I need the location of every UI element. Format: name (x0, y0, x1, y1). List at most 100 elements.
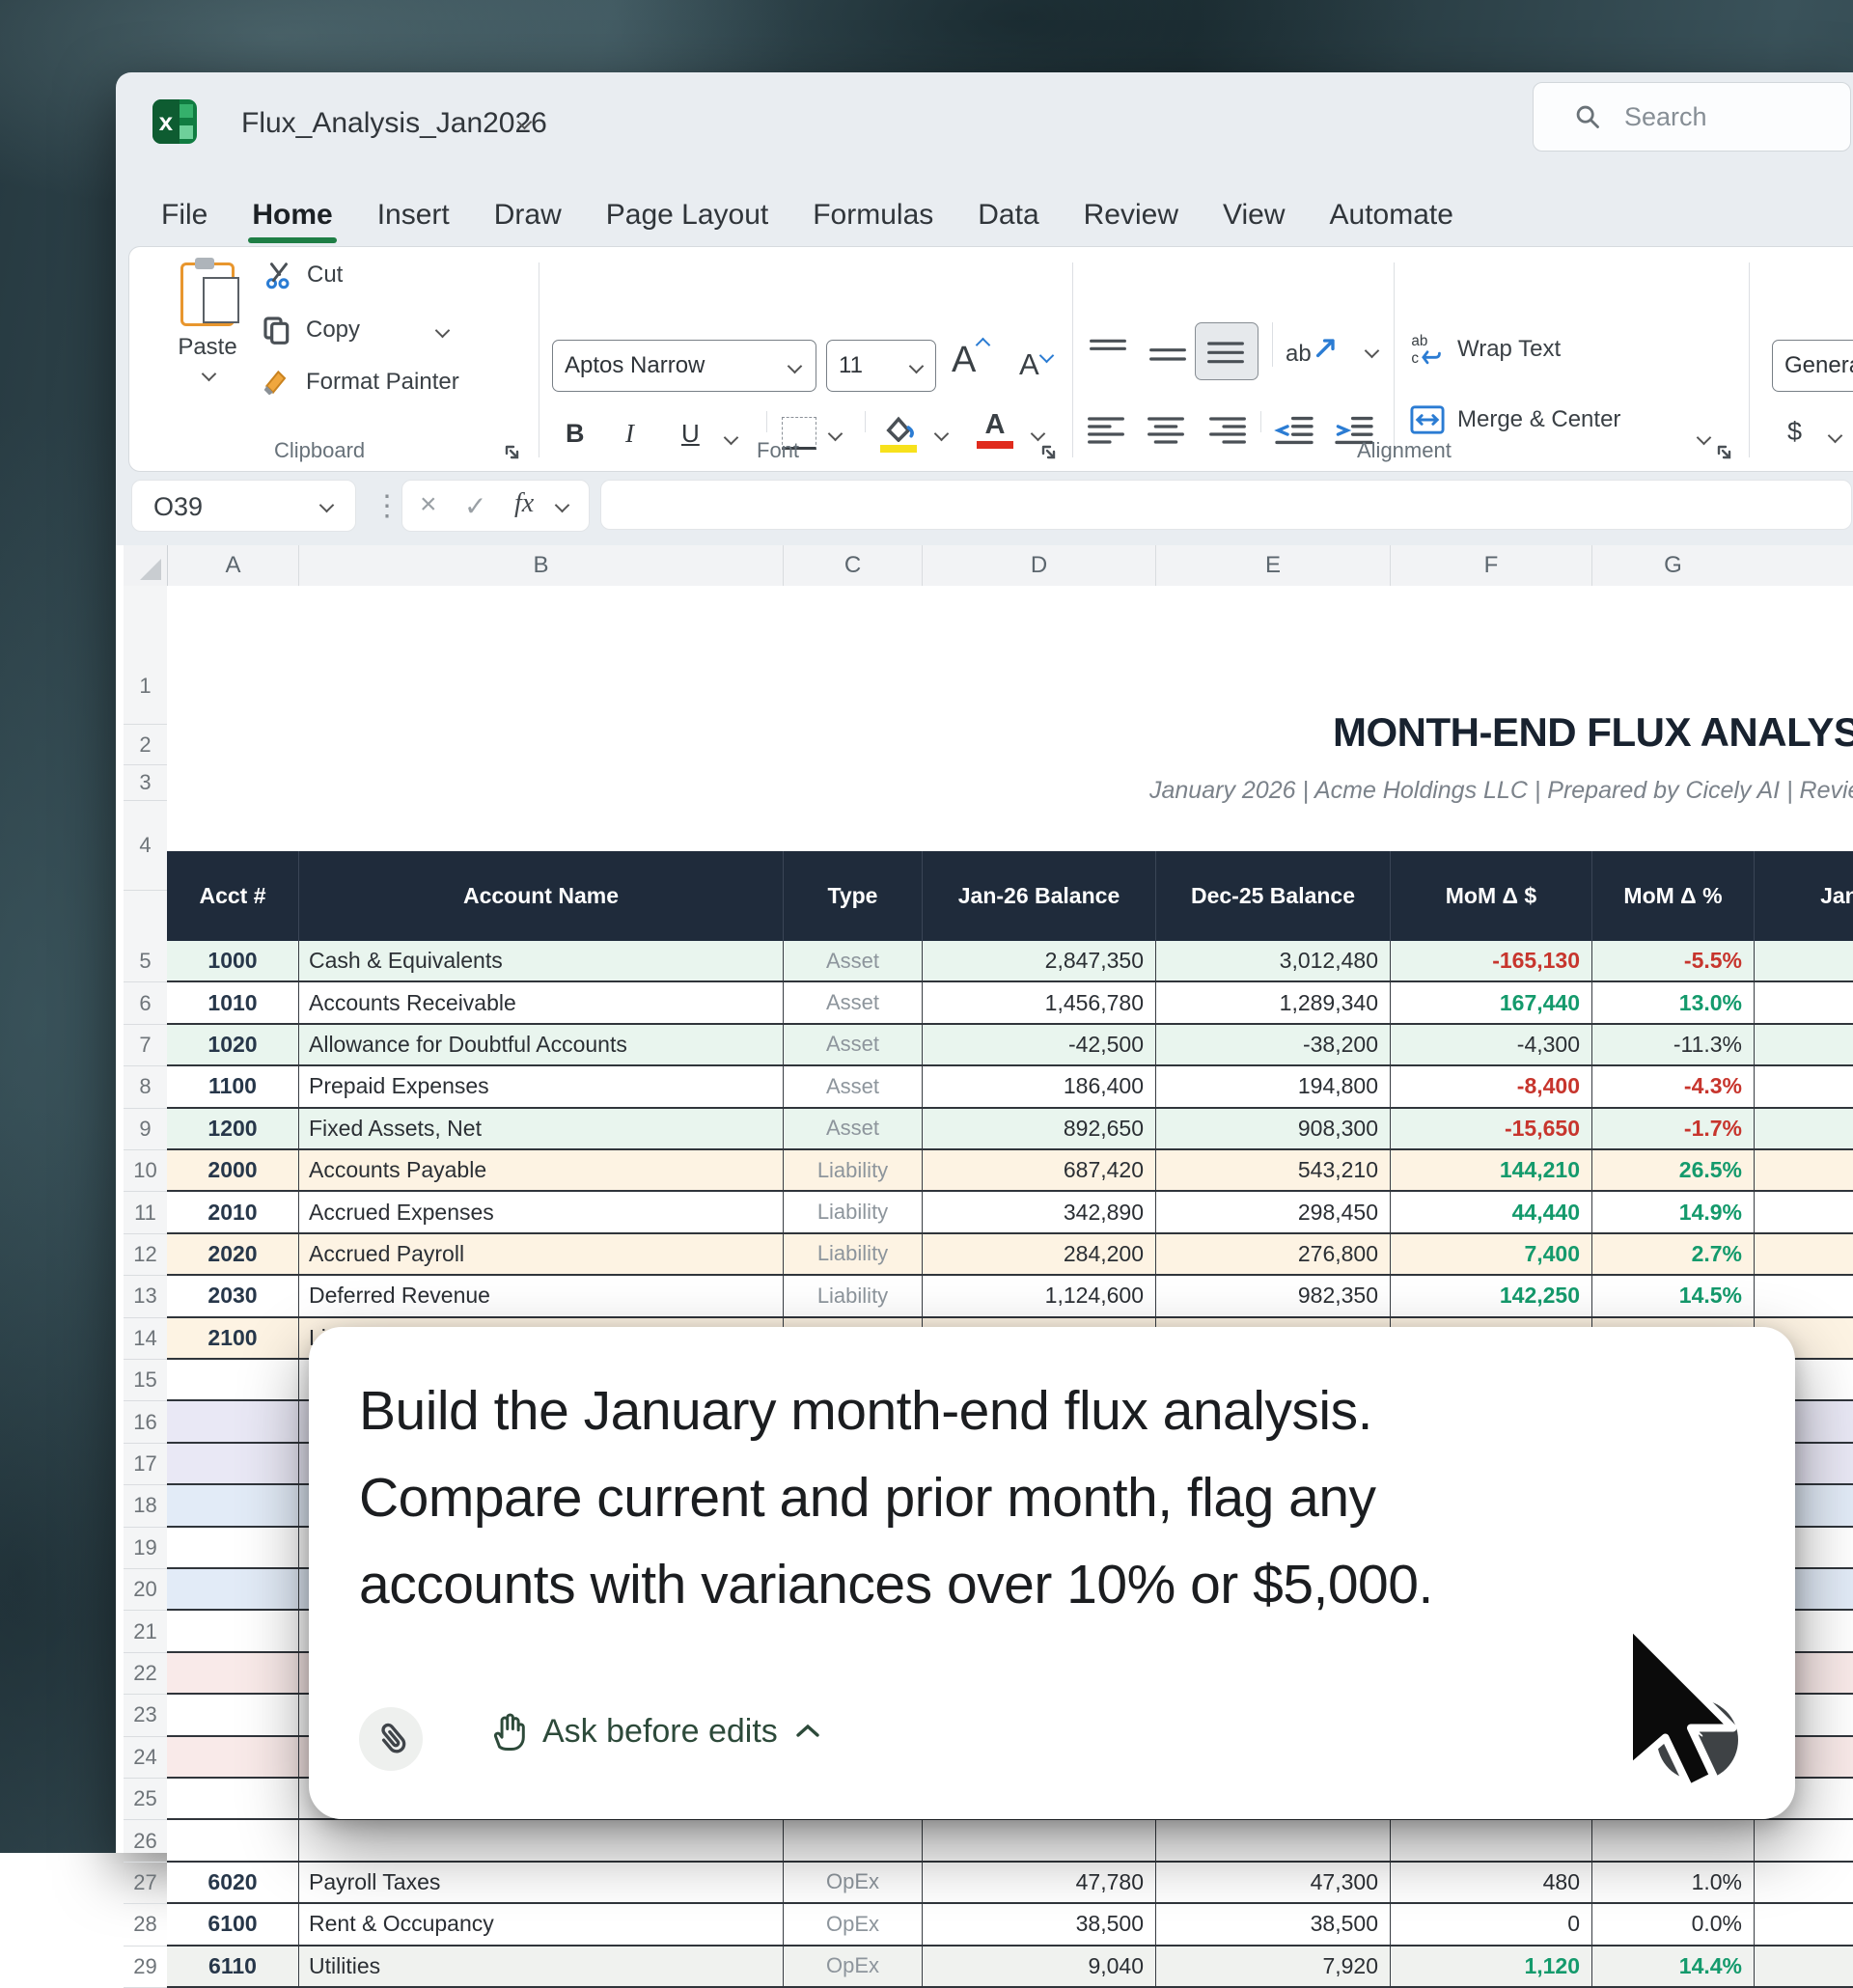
menu-tab-automate[interactable]: Automate (1328, 195, 1455, 235)
cell[interactable]: 6020 (167, 1863, 298, 1902)
row-header-9[interactable]: 9 (124, 1109, 167, 1150)
menu-tab-page-layout[interactable]: Page Layout (604, 195, 770, 235)
cell[interactable]: OpEx (783, 1863, 922, 1902)
column-header-A[interactable]: A (167, 545, 298, 586)
font-size-select[interactable]: 11 (826, 340, 936, 392)
cell[interactable]: 2,847,350 (922, 941, 1155, 980)
cell[interactable]: Liability (783, 1276, 922, 1315)
cell[interactable]: 3,012,480 (1155, 941, 1390, 980)
cell[interactable]: Asset (783, 1109, 922, 1148)
cell[interactable]: 142,250 (1390, 1276, 1591, 1315)
cell[interactable]: Utilities (298, 1947, 783, 1986)
cell[interactable] (1591, 1820, 1754, 1860)
row-header-3[interactable]: 3 (124, 765, 167, 801)
table-row-27[interactable]: 6020Payroll TaxesOpEx47,78047,3004801.0% (167, 1863, 1853, 1904)
fill-color-button[interactable] (880, 413, 917, 453)
cell[interactable]: -11.3% (1591, 1025, 1754, 1064)
menu-tab-draw[interactable]: Draw (492, 195, 564, 235)
name-box[interactable]: O39 (131, 480, 356, 532)
cell[interactable]: 2020 (167, 1234, 298, 1274)
menu-tab-view[interactable]: View (1221, 195, 1286, 235)
cell[interactable]: 1,124,600 (922, 1276, 1155, 1315)
cell[interactable] (167, 1528, 298, 1567)
cell[interactable]: Asset (783, 1025, 922, 1064)
cell[interactable]: 0 (1390, 1904, 1591, 1944)
table-header-cell[interactable]: MoM Δ % (1591, 851, 1754, 941)
cell[interactable]: Prepaid Expenses (298, 1066, 783, 1106)
cell[interactable] (167, 1401, 298, 1441)
menu-tab-file[interactable]: File (159, 195, 209, 235)
cell[interactable]: -1.7% (1591, 1109, 1754, 1148)
cell[interactable] (298, 1820, 783, 1860)
cell[interactable] (1754, 941, 1853, 980)
decrease-font-button[interactable]: A (1019, 347, 1050, 382)
align-top-icon[interactable] (1089, 336, 1127, 367)
cell[interactable] (1754, 1820, 1853, 1860)
search-input[interactable] (1622, 101, 1819, 133)
row-header-13[interactable]: 13 (124, 1276, 167, 1317)
cell[interactable]: Liability (783, 1192, 922, 1231)
menu-tab-review[interactable]: Review (1082, 195, 1180, 235)
row-header-4[interactable]: 4 (124, 801, 167, 891)
row-header-19[interactable]: 19 (124, 1528, 167, 1569)
row-header-2[interactable]: 2 (124, 725, 167, 765)
row-header-20[interactable]: 20 (124, 1569, 167, 1611)
cell[interactable] (1155, 1820, 1390, 1860)
cell[interactable]: 44,440 (1390, 1192, 1591, 1231)
cell[interactable] (1754, 1863, 1853, 1902)
cell[interactable]: 1200 (167, 1109, 298, 1148)
cell[interactable] (167, 1820, 298, 1860)
row-header-7[interactable]: 7 (124, 1025, 167, 1066)
table-row-29[interactable]: 6110UtilitiesOpEx9,0407,9201,12014.4% (167, 1947, 1853, 1988)
cell[interactable]: Asset (783, 982, 922, 1022)
currency-format-button[interactable]: $ (1787, 417, 1802, 447)
bold-button[interactable]: B (566, 419, 585, 449)
cell[interactable]: 1020 (167, 1025, 298, 1064)
alignment-dialog-launcher-icon[interactable] (1716, 444, 1733, 461)
table-header-cell[interactable]: MoM Δ $ (1390, 851, 1591, 941)
cell[interactable]: 2010 (167, 1192, 298, 1231)
orientation-button[interactable]: ab (1286, 334, 1341, 368)
row-header-22[interactable]: 22 (124, 1653, 167, 1695)
row-header-28[interactable]: 28 (124, 1904, 167, 1946)
cell[interactable] (167, 1444, 298, 1483)
cell[interactable]: 908,300 (1155, 1109, 1390, 1148)
cell[interactable]: Accounts Receivable (298, 982, 783, 1022)
wrap-text-button[interactable]: ab c Wrap Text (1409, 332, 1561, 367)
cell[interactable]: Liability (783, 1234, 922, 1274)
table-row-10[interactable]: 2000Accounts PayableLiability687,420543,… (167, 1150, 1853, 1192)
insert-function-icon[interactable]: fx (514, 488, 534, 519)
attach-button[interactable] (359, 1707, 423, 1771)
decrease-indent-icon[interactable] (1274, 413, 1314, 448)
cut-button[interactable]: Cut (264, 261, 343, 290)
merge-center-button[interactable]: Merge & Center (1409, 403, 1620, 436)
cell[interactable] (1754, 1947, 1853, 1986)
cell[interactable] (167, 1611, 298, 1650)
cell[interactable] (167, 1360, 298, 1399)
ask-before-edits-toggle[interactable]: Ask before edits (488, 1711, 820, 1752)
search-box[interactable] (1533, 82, 1851, 152)
row-header-15[interactable]: 15 (124, 1360, 167, 1401)
menu-tab-formulas[interactable]: Formulas (811, 195, 935, 235)
cell[interactable]: 276,800 (1155, 1234, 1390, 1274)
cell[interactable] (1754, 1109, 1853, 1148)
row-header-29[interactable]: 29 (124, 1947, 167, 1988)
cell[interactable]: 1100 (167, 1066, 298, 1106)
table-row-7[interactable]: 1020Allowance for Doubtful AccountsAsset… (167, 1025, 1853, 1066)
cell[interactable]: 2100 (167, 1318, 298, 1358)
cell[interactable]: -38,200 (1155, 1025, 1390, 1064)
column-header-G[interactable]: G (1591, 545, 1754, 586)
cell[interactable]: Accounts Payable (298, 1150, 783, 1190)
formula-bar-menu-icon[interactable]: ⋮ (373, 489, 401, 523)
row-header-10[interactable]: 10 (124, 1150, 167, 1192)
cell[interactable] (1754, 1234, 1853, 1274)
cell[interactable] (1754, 1150, 1853, 1190)
cell[interactable]: 2030 (167, 1276, 298, 1315)
row-header-5[interactable]: 5 (124, 941, 167, 982)
underline-chevron-icon[interactable] (724, 430, 739, 446)
font-family-select[interactable]: Aptos Narrow (552, 340, 816, 392)
align-right-icon[interactable] (1208, 413, 1247, 448)
cell[interactable]: 6100 (167, 1904, 298, 1944)
clipboard-dialog-launcher-icon[interactable] (504, 444, 521, 461)
copilot-prompt-card[interactable]: Build the January month-end flux analysi… (309, 1327, 1795, 1819)
